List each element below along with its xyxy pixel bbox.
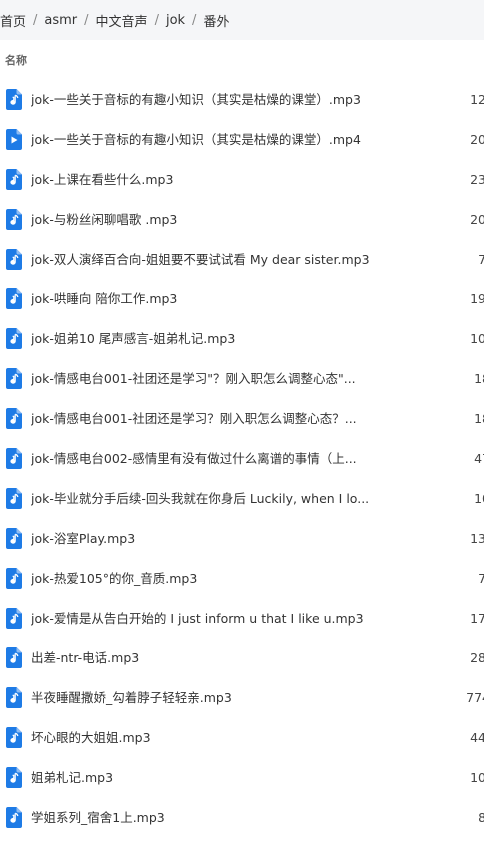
- file-name[interactable]: jok-上课在看些什么.mp3: [31, 160, 376, 200]
- file-size: 7.: [478, 570, 484, 586]
- file-row[interactable]: 半夜睡醒撒娇_勾着脖子轻轻亲.mp3 774: [0, 678, 484, 718]
- file-size: 8.: [478, 810, 484, 826]
- file-name[interactable]: jok-姐弟10 尾声感言-姐弟札记.mp3: [31, 319, 376, 359]
- file-name[interactable]: jok-毕业就分手后续-回头我就在你身后 Luckily, when I lo.…: [31, 479, 376, 519]
- file-row[interactable]: jok-姐弟10 尾声感言-姐弟札记.mp3 10.: [0, 319, 484, 359]
- file-name[interactable]: jok-情感电台002-感情里有没有做过什么离谱的事情（上...: [31, 439, 376, 479]
- file-name[interactable]: jok-一些关于音标的有趣小知识（其实是枯燥的课堂）.mp3: [31, 80, 376, 120]
- file-name[interactable]: 学姐系列_宿舍1上.mp3: [31, 798, 376, 838]
- audio-file-icon: [6, 248, 22, 270]
- file-row[interactable]: jok-一些关于音标的有趣小知识（其实是枯燥的课堂）.mp4 20.: [0, 120, 484, 160]
- file-size: 18: [474, 371, 484, 387]
- file-size: 19.: [470, 291, 484, 307]
- file-row[interactable]: 姐弟札记.mp3 10.: [0, 758, 484, 798]
- breadcrumb-separator: /: [84, 12, 89, 28]
- file-size: 10: [474, 490, 484, 506]
- file-row[interactable]: jok-爱情是从告白开始的 I just inform u that I lik…: [0, 599, 484, 639]
- file-size: 23.: [470, 171, 484, 187]
- file-name[interactable]: jok-浴室Play.mp3: [31, 519, 376, 559]
- audio-file-icon: [6, 89, 22, 110]
- file-size: 13.: [470, 530, 484, 546]
- file-name[interactable]: jok-爱情是从告白开始的 I just inform u that I lik…: [31, 599, 376, 639]
- audio-file-icon: [6, 328, 22, 350]
- audio-file-icon: [6, 288, 22, 310]
- audio-file-icon: [6, 208, 22, 230]
- file-name[interactable]: 出差-ntr-电话.mp3: [31, 638, 376, 678]
- file-row[interactable]: jok-浴室Play.mp3 13.: [0, 519, 484, 559]
- file-row[interactable]: 出差-ntr-电话.mp3 28.: [0, 638, 484, 678]
- file-row[interactable]: jok-情感电台001-社团还是学习"？刚入职怎么调整心态"... 18: [0, 359, 484, 399]
- file-name[interactable]: 半夜睡醒撒娇_勾着脖子轻轻亲.mp3: [31, 678, 376, 718]
- file-name[interactable]: jok-与粉丝闲聊唱歌 .mp3: [31, 200, 376, 240]
- file-row[interactable]: jok-毕业就分手后续-回头我就在你身后 Luckily, when I lo.…: [0, 479, 484, 519]
- file-row[interactable]: jok-哄睡向 陪你工作.mp3 19.: [0, 279, 484, 319]
- file-size: 44.: [470, 730, 484, 746]
- breadcrumb-separator: /: [33, 12, 38, 28]
- file-size: 10.: [470, 331, 484, 347]
- file-size: 774: [466, 690, 484, 706]
- file-list-header: 名称: [0, 40, 484, 80]
- audio-file-icon: [6, 607, 22, 629]
- file-name[interactable]: jok-哄睡向 陪你工作.mp3: [31, 279, 376, 319]
- file-size: 20.: [470, 211, 484, 227]
- audio-file-icon: [6, 727, 22, 749]
- file-size: 20.: [470, 131, 484, 147]
- breadcrumb-item-asmr[interactable]: asmr: [44, 13, 77, 28]
- file-size: 28.: [470, 650, 484, 666]
- file-row[interactable]: jok-一些关于音标的有趣小知识（其实是枯燥的课堂）.mp3 12.: [0, 80, 484, 120]
- audio-file-icon: [6, 687, 22, 709]
- file-row[interactable]: 坏心眼的大姐姐.mp3 44.: [0, 718, 484, 758]
- breadcrumb-item-chinese-audio[interactable]: 中文音声: [96, 11, 148, 30]
- audio-file-icon: [6, 767, 22, 789]
- audio-file-icon: [6, 527, 22, 549]
- audio-file-icon: [6, 368, 22, 390]
- audio-file-icon: [6, 807, 22, 829]
- file-row[interactable]: jok-情感电台001-社团还是学习？刚入职怎么调整心态？... 18: [0, 399, 484, 439]
- file-row[interactable]: jok-双人演绎百合向-姐姐要不要试试看 My dear sister.mp3 7…: [0, 240, 484, 280]
- breadcrumb-item-extras: 番外: [203, 14, 230, 30]
- file-row[interactable]: jok-上课在看些什么.mp3 23.: [0, 160, 484, 200]
- file-row[interactable]: jok-与粉丝闲聊唱歌 .mp3 20.: [0, 200, 484, 240]
- file-name[interactable]: jok-热爱105°的你_音质.mp3: [31, 559, 376, 599]
- file-size: 47: [474, 451, 484, 467]
- file-size: 17.: [470, 610, 484, 626]
- file-size: 18: [474, 411, 484, 427]
- file-size: 10.: [470, 770, 484, 786]
- file-row[interactable]: jok-情感电台002-感情里有没有做过什么离谱的事情（上... 47: [0, 439, 484, 479]
- file-size: 12.: [470, 92, 484, 107]
- file-name[interactable]: 姐弟札记.mp3: [31, 758, 376, 798]
- breadcrumb: 首页 / asmr / 中文音声 / jok / 番外: [0, 0, 484, 40]
- file-row[interactable]: 学姐系列_宿舍1上.mp3 8.: [0, 798, 484, 838]
- audio-file-icon: [6, 168, 22, 190]
- file-list: jok-一些关于音标的有趣小知识（其实是枯燥的课堂）.mp312.jok-一些关…: [0, 80, 484, 838]
- file-name[interactable]: jok-一些关于音标的有趣小知识（其实是枯燥的课堂）.mp4: [31, 120, 376, 160]
- column-header-name[interactable]: 名称: [5, 52, 27, 68]
- file-name[interactable]: jok-情感电台001-社团还是学习"？刚入职怎么调整心态"...: [31, 359, 376, 399]
- file-name[interactable]: jok-情感电台001-社团还是学习？刚入职怎么调整心态？...: [31, 399, 376, 439]
- breadcrumb-separator: /: [192, 12, 197, 28]
- audio-file-icon: [6, 408, 22, 430]
- audio-file-icon: [6, 487, 22, 509]
- breadcrumb-item-home[interactable]: 首页: [0, 11, 26, 30]
- video-file-icon: [6, 128, 22, 150]
- file-name[interactable]: 坏心眼的大姐姐.mp3: [31, 718, 376, 758]
- file-name[interactable]: jok-双人演绎百合向-姐姐要不要试试看 My dear sister.mp3: [31, 240, 376, 280]
- audio-file-icon: [6, 448, 22, 470]
- breadcrumb-separator: /: [154, 12, 159, 28]
- file-row[interactable]: jok-热爱105°的你_音质.mp3 7.: [0, 559, 484, 599]
- breadcrumb-item-jok[interactable]: jok: [166, 13, 185, 28]
- audio-file-icon: [6, 567, 22, 589]
- audio-file-icon: [6, 647, 22, 669]
- file-size: 7.: [478, 251, 484, 267]
